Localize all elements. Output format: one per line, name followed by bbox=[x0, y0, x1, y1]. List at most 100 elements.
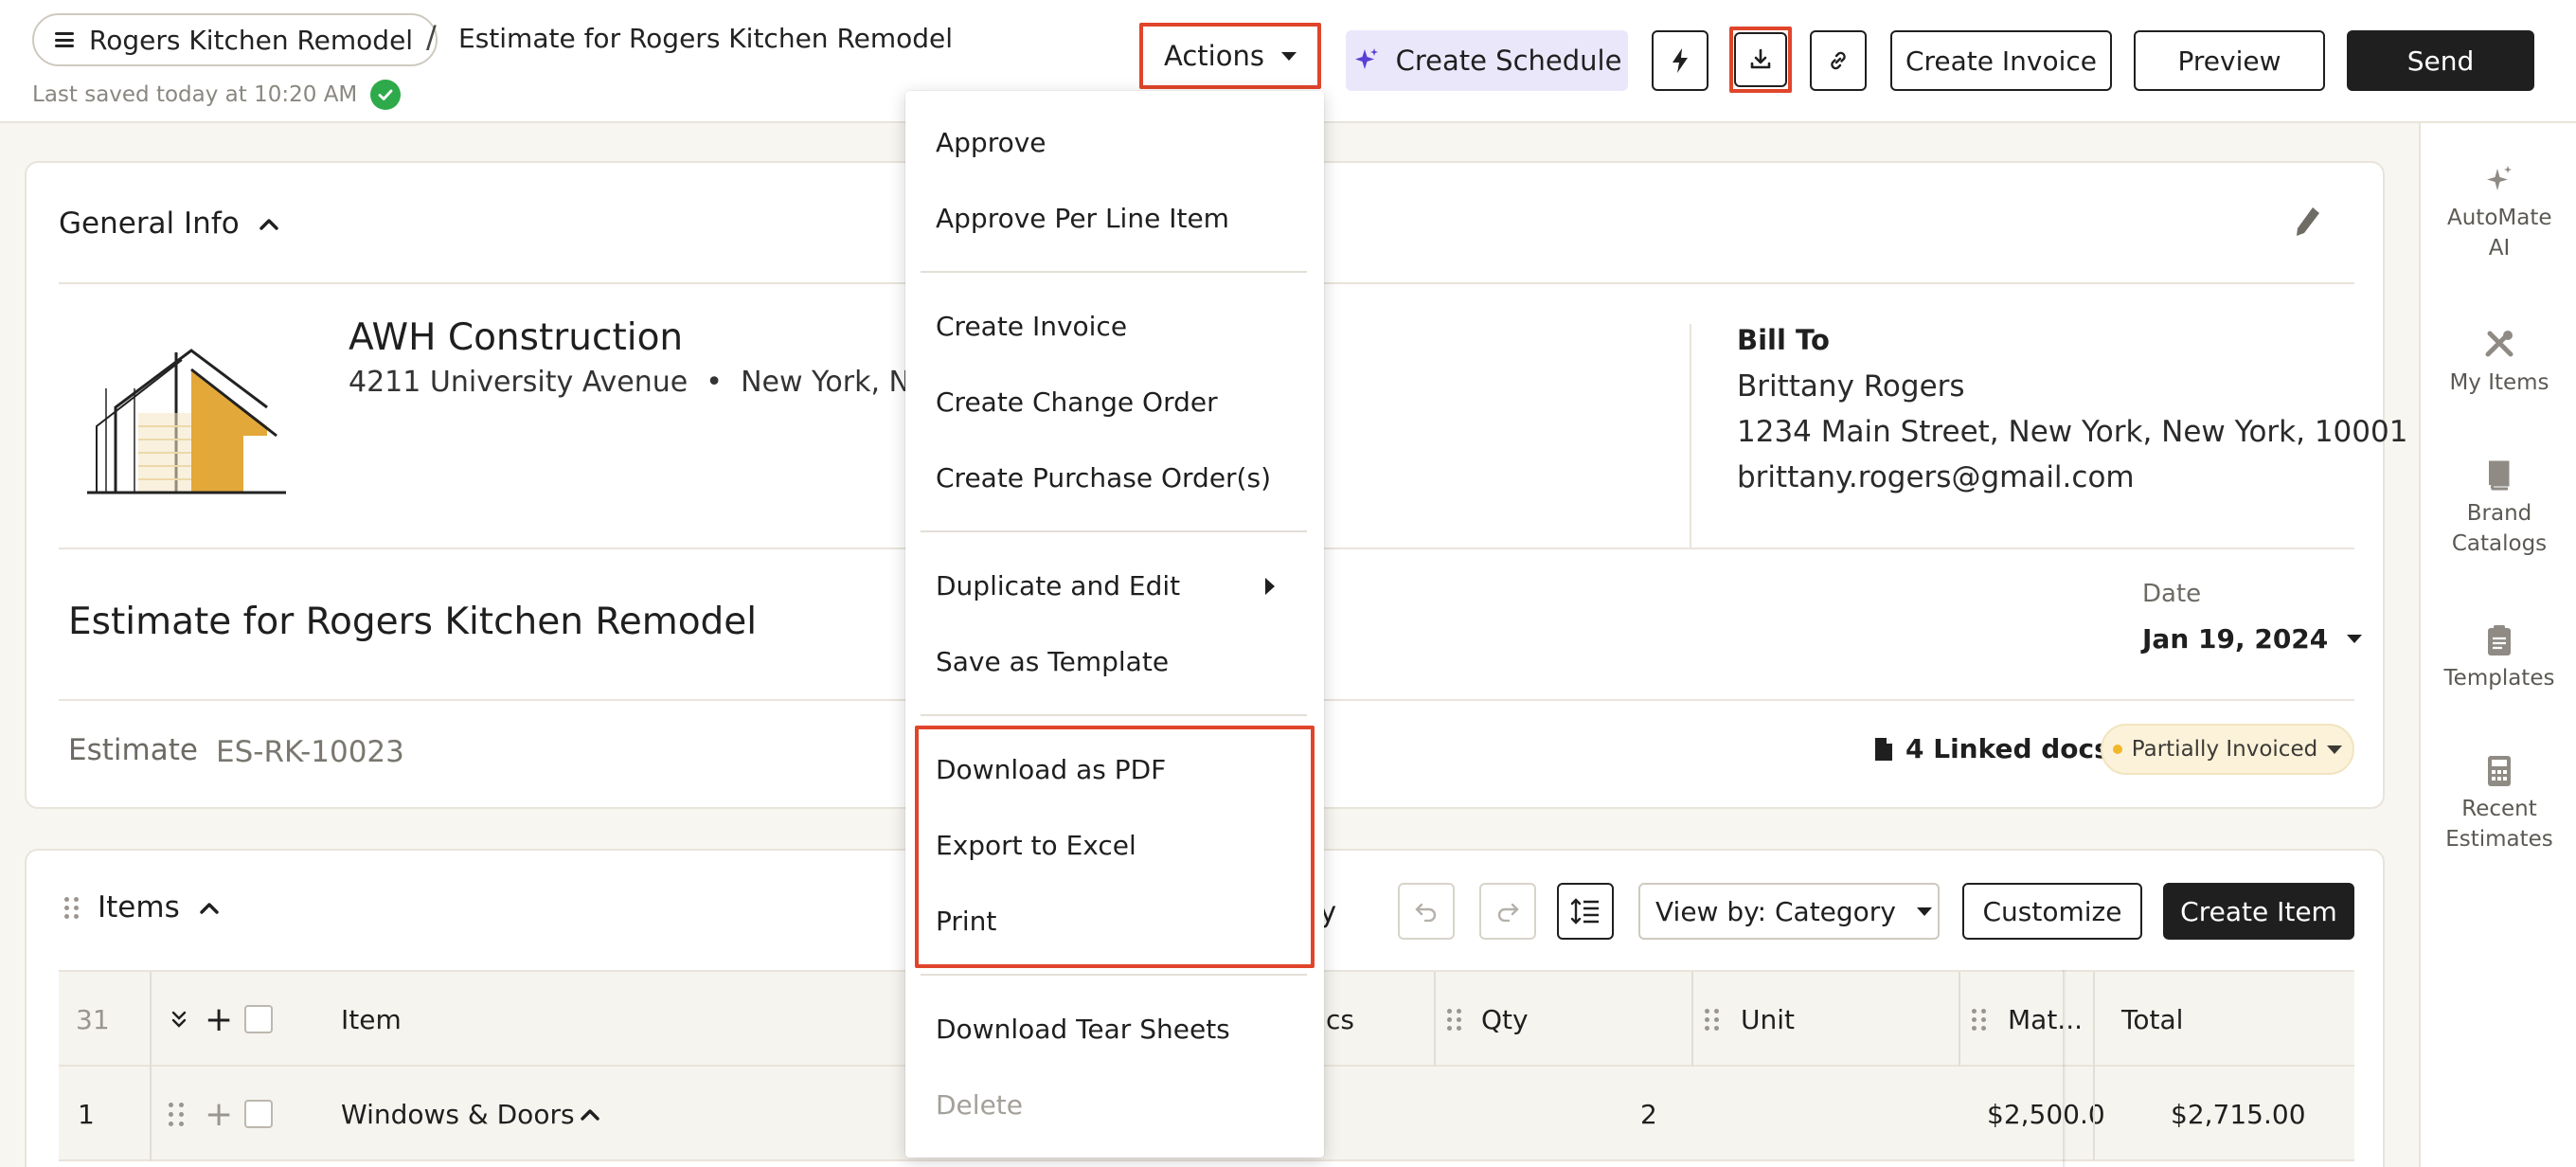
rail-recent-estimates[interactable]: Recent Estimates bbox=[2421, 752, 2576, 854]
column-drag-icon[interactable] bbox=[1705, 972, 1719, 1067]
row-item-name[interactable]: Windows & Doors bbox=[341, 1067, 575, 1161]
estimate-number[interactable]: ES-RK-10023 bbox=[216, 735, 404, 769]
row-height-button[interactable] bbox=[1557, 883, 1614, 940]
select-all-checkbox[interactable] bbox=[244, 972, 273, 1067]
saved-check-icon bbox=[370, 80, 402, 110]
menu-item-print[interactable]: Print bbox=[936, 906, 996, 937]
column-divider bbox=[2093, 972, 2095, 1067]
add-row-icon[interactable]: + bbox=[205, 972, 233, 1067]
row-drag-handle-icon[interactable] bbox=[169, 1067, 184, 1161]
caret-down-icon bbox=[1916, 907, 1932, 916]
document-title: Estimate for Rogers Kitchen Remodel bbox=[458, 23, 954, 54]
column-item[interactable]: Item bbox=[341, 972, 402, 1067]
menu-item-duplicate-edit[interactable]: Duplicate and Edit bbox=[936, 570, 1180, 601]
column-unit[interactable]: Unit bbox=[1741, 972, 1795, 1067]
expand-all-icon[interactable] bbox=[170, 972, 188, 1067]
menu-item-export-excel[interactable]: Export to Excel bbox=[936, 830, 1136, 861]
bill-to-address: 1234 Main Street, New York, New York, 10… bbox=[1737, 415, 2408, 449]
column-divider bbox=[1691, 972, 1693, 1067]
menu-item-approve-per-line[interactable]: Approve Per Line Item bbox=[936, 203, 1229, 234]
view-by-label: View by: Category bbox=[1655, 895, 1896, 927]
chevron-right-icon bbox=[1265, 578, 1275, 595]
row-checkbox[interactable] bbox=[244, 1067, 273, 1161]
column-drag-icon[interactable] bbox=[1972, 972, 1986, 1067]
column-divider bbox=[1959, 972, 1960, 1067]
project-breadcrumb-button[interactable]: Rogers Kitchen Remodel bbox=[32, 13, 438, 66]
breadcrumb-separator: / bbox=[426, 19, 437, 55]
items-toggle[interactable]: Items bbox=[64, 890, 220, 925]
create-item-button[interactable]: Create Item bbox=[2163, 883, 2354, 940]
column-docs-partial[interactable]: cs bbox=[1326, 972, 1354, 1067]
date-label: Date bbox=[2142, 580, 2202, 608]
company-logo bbox=[87, 349, 286, 494]
rail-brand-catalogs[interactable]: Brand Catalogs bbox=[2421, 457, 2576, 559]
column-divider bbox=[150, 972, 152, 1067]
rail-automate-ai[interactable]: AutoMate AI bbox=[2421, 161, 2576, 263]
column-qty[interactable]: Qty bbox=[1481, 972, 1529, 1067]
actions-button[interactable]: Actions bbox=[1139, 23, 1321, 89]
chevron-up-icon[interactable] bbox=[580, 1067, 600, 1161]
menu-separator bbox=[921, 271, 1307, 273]
save-status: Last saved today at 10:20 AM bbox=[32, 80, 402, 110]
undo-button[interactable] bbox=[1398, 883, 1455, 940]
automation-button[interactable] bbox=[1652, 30, 1708, 91]
menu-item-delete[interactable]: Delete bbox=[936, 1089, 1023, 1121]
column-total[interactable]: Total bbox=[2121, 972, 2183, 1067]
calculator-icon bbox=[2488, 756, 2511, 786]
redo-button[interactable] bbox=[1479, 883, 1536, 940]
menu-item-save-template[interactable]: Save as Template bbox=[936, 646, 1169, 677]
column-material[interactable]: Mat... bbox=[2008, 972, 2083, 1067]
pencil-icon[interactable] bbox=[2294, 205, 2322, 239]
general-info-toggle[interactable]: General Info bbox=[59, 206, 279, 241]
estimate-label: Estimate bbox=[68, 733, 198, 767]
right-sidebar: AutoMate AI My Items Brand Catalogs Temp… bbox=[2419, 123, 2576, 1167]
project-name: Rogers Kitchen Remodel bbox=[89, 24, 414, 56]
menu-item-approve[interactable]: Approve bbox=[936, 127, 1046, 158]
rail-label: Brand Catalogs bbox=[2451, 501, 2548, 556]
rail-my-items[interactable]: My Items bbox=[2421, 326, 2576, 398]
create-schedule-button[interactable]: Create Schedule bbox=[1346, 30, 1628, 91]
menu-item-create-purchase-order[interactable]: Create Purchase Order(s) bbox=[936, 462, 1271, 494]
rail-label: Templates bbox=[2443, 666, 2555, 691]
estimate-title[interactable]: Estimate for Rogers Kitchen Remodel bbox=[68, 601, 757, 643]
send-button[interactable]: Send bbox=[2347, 30, 2534, 91]
view-by-select[interactable]: View by: Category bbox=[1638, 883, 1940, 940]
linked-docs-link[interactable]: 4 Linked docs bbox=[1873, 733, 2110, 764]
date-picker[interactable]: Jan 19, 2024 bbox=[2142, 623, 2363, 655]
drag-handle-icon[interactable] bbox=[64, 896, 79, 919]
column-divider bbox=[150, 1067, 152, 1161]
menu-separator bbox=[921, 974, 1307, 976]
divider-vertical bbox=[1690, 324, 1691, 548]
customize-button[interactable]: Customize bbox=[1962, 883, 2142, 940]
redo-icon bbox=[1497, 903, 1519, 922]
row-material[interactable]: $2,500.0 bbox=[1987, 1067, 2105, 1161]
preview-button[interactable]: Preview bbox=[2134, 30, 2325, 91]
company-name: AWH Construction bbox=[349, 316, 684, 359]
chevron-up-icon bbox=[200, 903, 219, 914]
document-icon bbox=[1875, 737, 1892, 761]
menu-item-download-pdf[interactable]: Download as PDF bbox=[936, 754, 1166, 785]
status-dot bbox=[2112, 745, 2122, 754]
menu-item-create-invoice[interactable]: Create Invoice bbox=[936, 311, 1127, 342]
general-info-title: General Info bbox=[59, 206, 240, 241]
caret-down-icon bbox=[2327, 745, 2343, 754]
column-drag-icon[interactable] bbox=[1447, 972, 1461, 1067]
rail-templates[interactable]: Templates bbox=[2421, 621, 2576, 693]
create-schedule-label: Create Schedule bbox=[1395, 45, 1622, 77]
menu-separator bbox=[921, 714, 1307, 716]
undo-icon bbox=[1415, 903, 1437, 922]
menu-item-create-change-order[interactable]: Create Change Order bbox=[936, 386, 1218, 418]
row-qty[interactable]: 2 bbox=[1640, 1067, 1657, 1161]
actions-menu: Approve Approve Per Line Item Create Inv… bbox=[905, 91, 1324, 1158]
download-button[interactable] bbox=[1729, 27, 1792, 93]
status-badge[interactable]: Partially Invoiced bbox=[2101, 724, 2354, 775]
linked-docs-label: 4 Linked docs bbox=[1905, 733, 2110, 764]
row-index: 1 bbox=[78, 1098, 95, 1130]
menu-item-download-tear-sheets[interactable]: Download Tear Sheets bbox=[936, 1014, 1230, 1045]
add-subitem-icon[interactable]: + bbox=[205, 1067, 233, 1161]
copy-link-button[interactable] bbox=[1810, 30, 1867, 91]
bill-to-label: Bill To bbox=[1737, 324, 1830, 356]
create-invoice-button[interactable]: Create Invoice bbox=[1890, 30, 2112, 91]
actions-label: Actions bbox=[1164, 40, 1264, 72]
item-count: 31 bbox=[76, 1003, 110, 1035]
